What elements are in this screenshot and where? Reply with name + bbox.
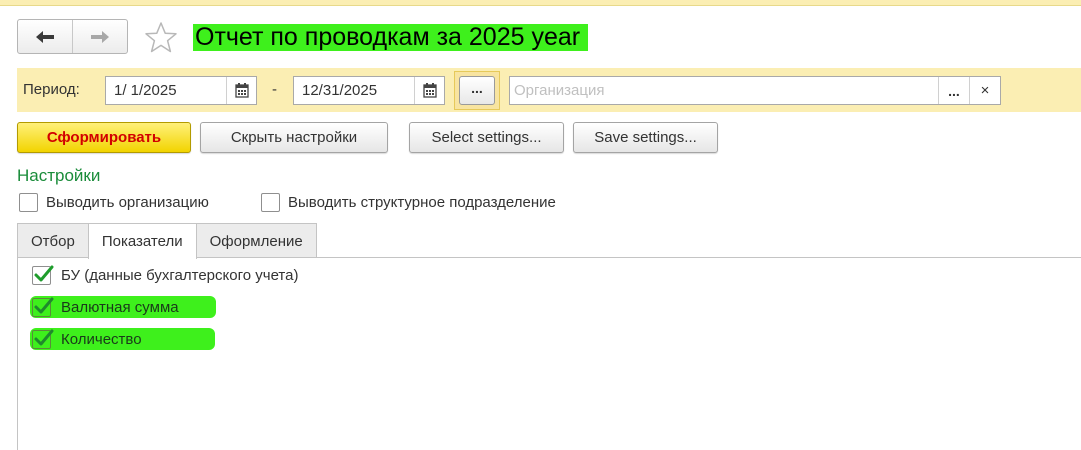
show-subdivision-label: Выводить структурное подразделение xyxy=(288,193,556,211)
indicators-panel: БУ (данные бухгалтерского учета) Валютна… xyxy=(17,257,1081,450)
calendar-icon xyxy=(422,83,437,98)
period-choice-button[interactable]: ... xyxy=(459,76,495,105)
indicator-accounting-label: БУ (данные бухгалтерского учета) xyxy=(61,266,299,284)
indicator-item[interactable]: Валютная сумма xyxy=(32,296,181,318)
hide-settings-button[interactable]: Скрыть настройки xyxy=(200,122,388,153)
settings-tabs: Отбор Показатели Оформление xyxy=(17,223,317,259)
period-start-field[interactable] xyxy=(105,76,257,105)
tab-indicators[interactable]: Показатели xyxy=(87,223,197,259)
period-end-field[interactable] xyxy=(293,76,445,105)
period-end-input[interactable] xyxy=(294,77,414,104)
settings-title: Настройки xyxy=(17,166,101,185)
forward-button[interactable] xyxy=(72,20,127,53)
indicator-currency-label: Валютная сумма xyxy=(61,298,179,316)
calendar-icon xyxy=(234,83,249,98)
indicator-accounting-checkbox[interactable] xyxy=(32,265,54,285)
organization-field[interactable]: ... × xyxy=(509,76,1001,105)
checkmark-icon xyxy=(34,329,54,345)
navigation-buttons xyxy=(17,19,128,54)
show-organization-label: Выводить организацию xyxy=(46,193,209,211)
period-start-calendar-button[interactable] xyxy=(226,77,256,104)
organization-clear-button[interactable]: × xyxy=(969,77,1000,104)
tab-filter[interactable]: Отбор xyxy=(17,223,89,258)
indicator-quantity-label: Количество xyxy=(61,330,142,348)
checkmark-icon xyxy=(34,265,54,281)
tab-appearance[interactable]: Оформление xyxy=(195,223,317,258)
page-title: Отчет по проводкам за 2025 year xyxy=(193,24,589,51)
save-settings-button[interactable]: Save settings... xyxy=(573,122,718,153)
arrow-right-icon xyxy=(91,30,109,43)
favorite-star-button[interactable] xyxy=(143,20,179,56)
period-separator: - xyxy=(272,81,277,98)
select-settings-button[interactable]: Select settings... xyxy=(409,122,564,153)
period-bar: Период: - xyxy=(17,68,1081,112)
back-button[interactable] xyxy=(18,20,72,53)
arrow-left-icon xyxy=(36,30,54,43)
indicator-quantity-checkbox[interactable] xyxy=(32,329,54,349)
period-label: Период: xyxy=(23,81,80,98)
indicator-currency-checkbox[interactable] xyxy=(32,297,54,317)
generate-button[interactable]: Сформировать xyxy=(17,122,191,153)
organization-select-button[interactable]: ... xyxy=(938,77,969,104)
period-end-calendar-button[interactable] xyxy=(414,77,444,104)
period-choice-frame: ... xyxy=(454,71,500,110)
top-stripe xyxy=(0,0,1081,6)
show-organization-checkbox[interactable] xyxy=(19,192,38,212)
organization-input[interactable] xyxy=(510,77,938,104)
show-subdivision-checkbox[interactable] xyxy=(261,192,280,212)
star-icon xyxy=(145,22,177,53)
checkmark-icon xyxy=(34,297,54,313)
show-subdivision-option[interactable]: Выводить структурное подразделение xyxy=(261,191,556,213)
indicator-item[interactable]: БУ (данные бухгалтерского учета) xyxy=(32,264,300,286)
show-organization-option[interactable]: Выводить организацию xyxy=(19,191,209,213)
period-start-input[interactable] xyxy=(106,77,226,104)
indicator-item[interactable]: Количество xyxy=(32,328,144,350)
